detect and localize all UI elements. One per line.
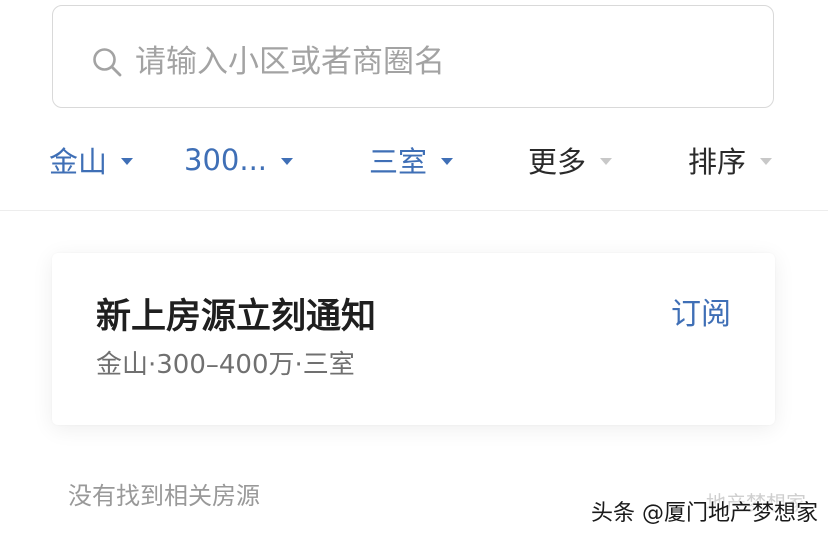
filter-price-label: 300...	[184, 143, 268, 177]
filter-sort-label: 排序	[688, 145, 747, 179]
notify-card-criteria: 金山·300–400万·三室	[96, 350, 355, 380]
subscribe-button[interactable]: 订阅	[671, 295, 731, 335]
search-icon	[93, 48, 122, 77]
caret-down-icon	[760, 157, 773, 165]
section-divider	[0, 210, 828, 211]
filter-district-label: 金山	[49, 145, 108, 179]
filter-rooms[interactable]: 三室	[369, 140, 454, 180]
caret-down-icon	[600, 157, 613, 165]
filter-more-label: 更多	[528, 145, 587, 179]
notify-card-title: 新上房源立刻通知	[96, 297, 377, 337]
filter-rooms-label: 三室	[369, 145, 428, 179]
filter-sort[interactable]: 排序	[688, 140, 773, 180]
notify-card: 新上房源立刻通知 金山·300–400万·三室 订阅	[52, 253, 775, 425]
search-box[interactable]: 请输入小区或者商圈名	[52, 5, 774, 108]
filter-district[interactable]: 金山	[49, 140, 134, 180]
watermark: 头条 @厦门地产梦想家	[591, 501, 818, 526]
filter-bar: 金山 300... 三室 更多 排序	[0, 130, 828, 190]
caret-down-icon	[281, 157, 294, 165]
empty-state-text: 没有找到相关房源	[68, 482, 260, 510]
caret-down-icon	[441, 157, 454, 165]
filter-more[interactable]: 更多	[528, 140, 613, 180]
caret-down-icon	[121, 157, 134, 165]
search-input-placeholder[interactable]: 请输入小区或者商圈名	[135, 42, 445, 82]
filter-price[interactable]: 300...	[184, 140, 294, 180]
